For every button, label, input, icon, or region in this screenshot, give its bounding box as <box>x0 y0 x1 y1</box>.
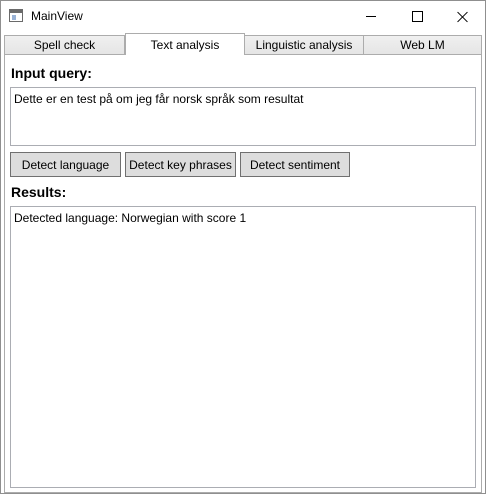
close-icon <box>457 11 469 23</box>
minimize-button[interactable] <box>348 1 394 32</box>
title-bar[interactable]: MainView <box>1 1 485 32</box>
maximize-icon <box>411 11 423 22</box>
detect-language-button[interactable]: Detect language <box>10 152 121 177</box>
app-window-icon <box>9 9 23 22</box>
tab-web-lm[interactable]: Web LM <box>363 35 482 54</box>
window-title: MainView <box>31 9 83 23</box>
results-label: Results: <box>11 184 67 200</box>
text-analysis-panel: Input query: Dette er en test på om jeg … <box>4 54 482 493</box>
tab-linguistic-analysis[interactable]: Linguistic analysis <box>244 35 364 54</box>
maximize-button[interactable] <box>394 1 440 32</box>
input-query-field[interactable]: Dette er en test på om jeg får norsk spr… <box>10 87 476 146</box>
tab-spell-check[interactable]: Spell check <box>4 35 125 54</box>
input-query-label: Input query: <box>11 65 92 81</box>
minimize-icon <box>366 16 376 17</box>
detect-key-phrases-button[interactable]: Detect key phrases <box>125 152 236 177</box>
detect-sentiment-button[interactable]: Detect sentiment <box>240 152 350 177</box>
close-button[interactable] <box>440 1 486 32</box>
tab-strip: Spell check Text analysis Linguistic ana… <box>4 33 482 55</box>
tab-text-analysis[interactable]: Text analysis <box>125 33 245 55</box>
results-field[interactable]: Detected language: Norwegian with score … <box>10 206 476 488</box>
main-window: MainView Spell check Text analysis Lingu… <box>0 0 486 494</box>
